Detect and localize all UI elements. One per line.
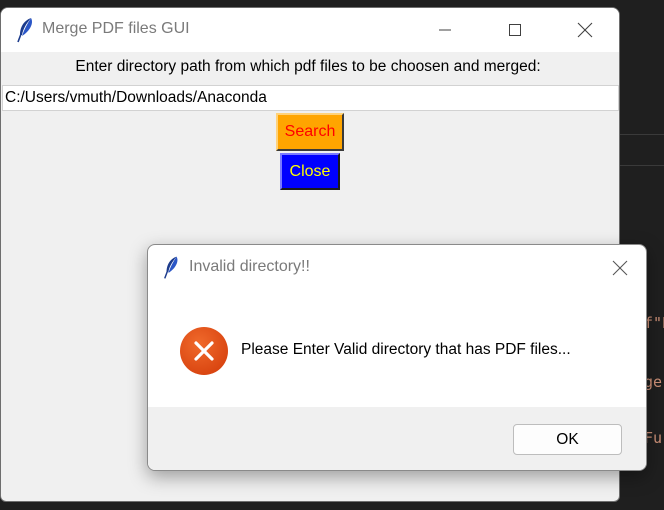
- window-close-button[interactable]: [550, 8, 619, 52]
- directory-path-input[interactable]: C:/Users/vmuth/Downloads/Anaconda: [2, 85, 619, 111]
- close-icon: [612, 260, 628, 276]
- dialog-close-button[interactable]: [600, 249, 640, 287]
- invalid-directory-dialog: Invalid directory!! Please Enter Valid d…: [147, 244, 647, 471]
- dialog-footer: OK: [148, 407, 646, 470]
- feather-icon: [164, 256, 178, 279]
- ok-button[interactable]: OK: [513, 424, 622, 455]
- maximize-button[interactable]: [480, 8, 550, 52]
- minimize-icon: [439, 29, 451, 31]
- dialog-title: Invalid directory!!: [189, 258, 310, 275]
- main-titlebar[interactable]: Merge PDF files GUI: [1, 8, 619, 52]
- feather-icon: [17, 18, 32, 43]
- error-icon: [180, 327, 228, 375]
- close-icon: [577, 22, 593, 38]
- editor-divider: [620, 134, 664, 135]
- search-button[interactable]: Search: [276, 113, 344, 151]
- editor-code-fragment: f"P: [644, 314, 664, 332]
- minimize-button[interactable]: [410, 8, 480, 52]
- close-button[interactable]: Close: [280, 153, 340, 190]
- dialog-titlebar[interactable]: Invalid directory!!: [148, 245, 646, 291]
- directory-prompt-label: Enter directory path from which pdf file…: [75, 58, 541, 75]
- editor-divider: [620, 165, 664, 166]
- dialog-message: Please Enter Valid directory that has PD…: [241, 341, 571, 358]
- window-title: Merge PDF files GUI: [42, 20, 190, 37]
- maximize-icon: [509, 24, 521, 36]
